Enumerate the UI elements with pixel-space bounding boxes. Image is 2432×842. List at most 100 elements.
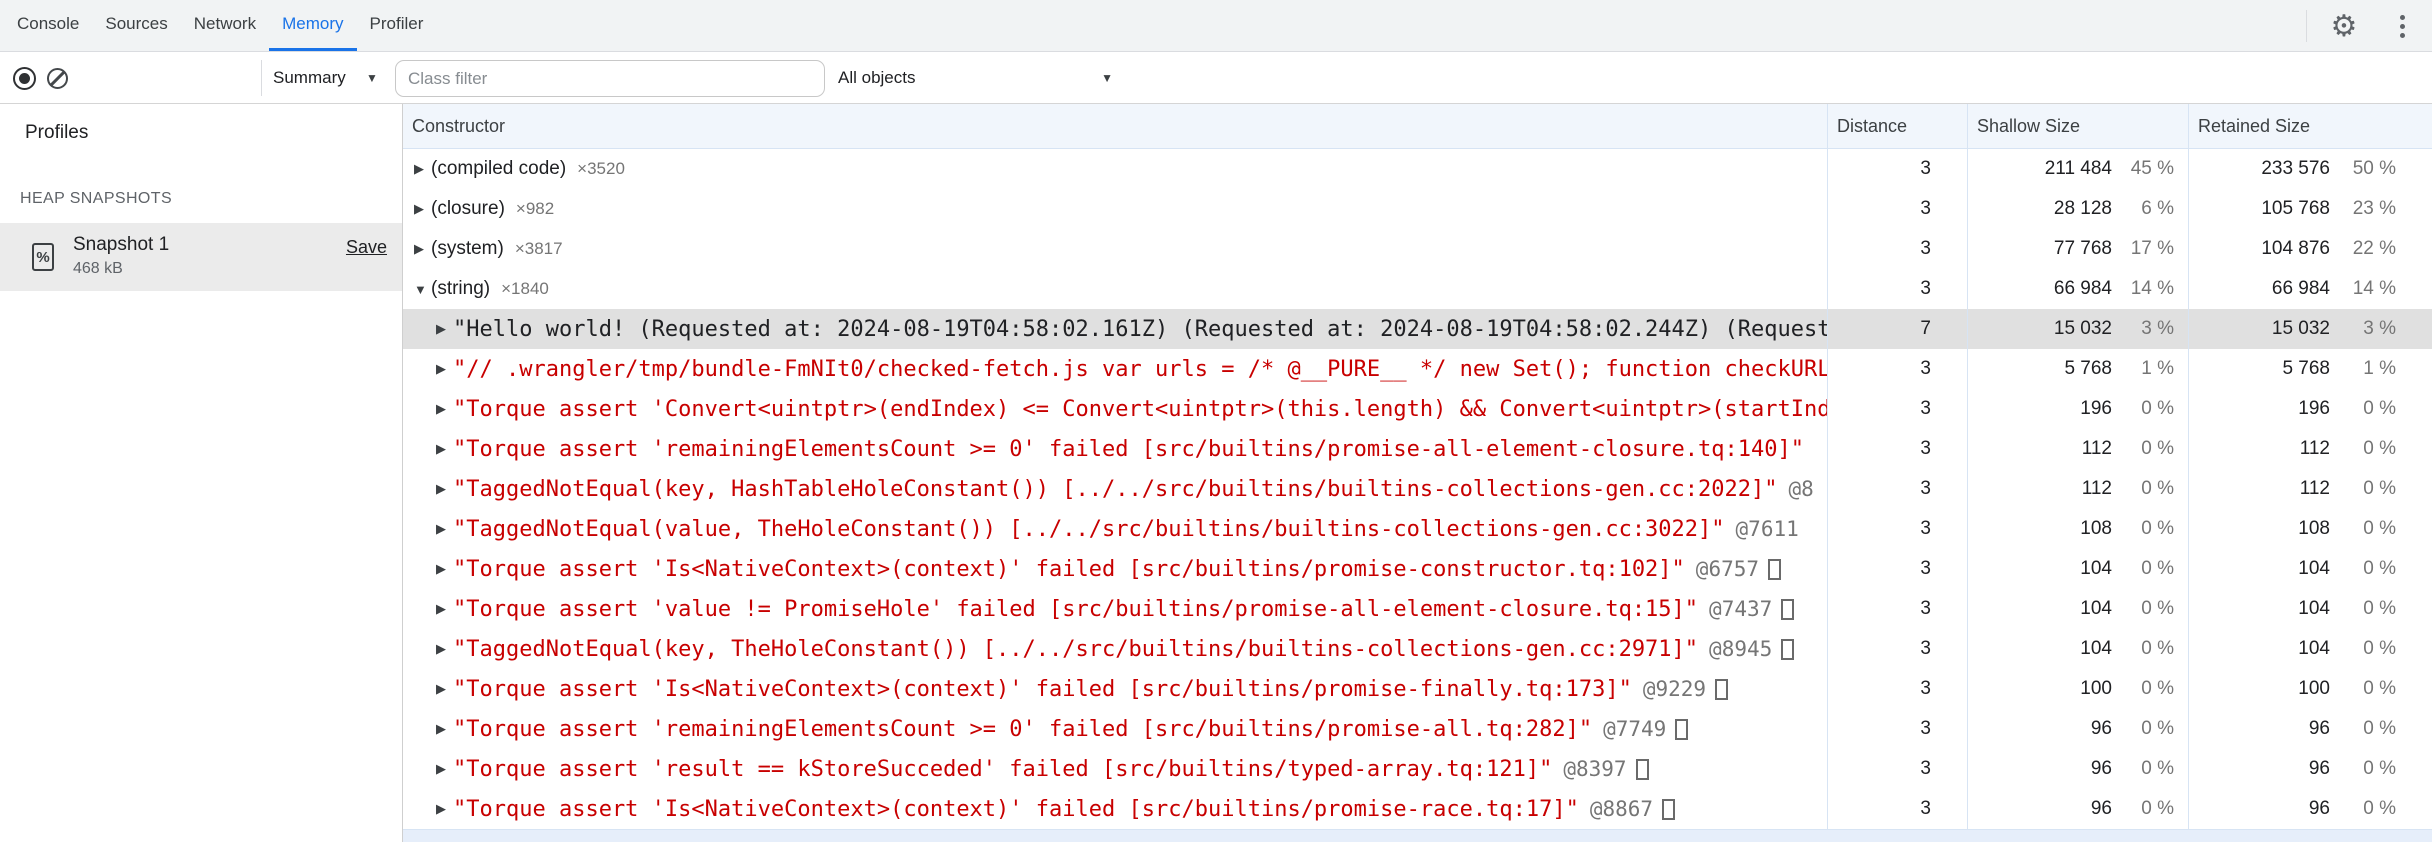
constructor-cell: ▶ "TaggedNotEqual(key, TheHoleConstant()… [403,629,1827,669]
sidebar-title: Profiles [25,122,89,143]
expand-arrow-icon[interactable]: ▶ [414,201,431,217]
retained-size-percent: 0 % [2363,558,2396,579]
expand-arrow-icon[interactable]: ▶ [436,681,453,697]
column-header-constructor[interactable]: Constructor [403,104,1827,148]
perspective-select[interactable]: Summary ▼ [273,52,403,104]
record-heap-snapshot-button[interactable] [13,67,36,90]
settings-gear-icon[interactable]: ⚙ [2324,0,2364,52]
expand-arrow-icon[interactable]: ▶ [436,561,453,577]
table-row[interactable]: ▶ "Torque assert 'value != PromiseHole' … [403,589,2432,629]
retained-size-percent: 22 % [2352,238,2396,259]
tab-profiler[interactable]: Profiler [357,0,437,51]
shallow-size-value: 211 484 [2044,158,2112,179]
table-row[interactable]: ▶ (compiled code) ×3520 3 211 484 45 % 2… [403,149,2432,189]
constructor-label: (compiled code) [431,158,567,179]
retained-size-percent: 0 % [2363,718,2396,739]
save-snapshot-link[interactable]: Save [346,237,387,258]
expand-arrow-icon[interactable]: ▶ [436,401,453,417]
table-row[interactable]: ▶ "Torque assert 'Convert<uintptr>(endIn… [403,389,2432,429]
more-options-icon[interactable] [2388,0,2416,52]
shallow-size-value: 108 [2080,518,2112,539]
table-row[interactable]: ▶ "Torque assert 'remainingElementsCount… [403,709,2432,749]
expand-arrow-icon[interactable]: ▶ [436,361,453,377]
shallow-size-percent: 0 % [2141,598,2174,619]
object-id: @7611 [1735,517,1799,541]
constructor-cell: ▶ "Torque assert 'remainingElementsCount… [403,429,1827,469]
retained-size-percent: 23 % [2352,198,2396,219]
chevron-down-icon: ▼ [1101,71,1113,85]
table-row[interactable]: ▶ "Torque assert 'Is<NativeContext>(cont… [403,549,2432,589]
shallow-size-value: 77 768 [2053,238,2112,259]
constructor-label: "Torque assert 'Is<NativeContext>(contex… [453,676,1632,702]
expand-arrow-icon[interactable]: ▶ [436,801,453,817]
class-filter-input[interactable] [395,60,825,97]
instance-count: ×3520 [577,159,625,178]
column-header-distance[interactable]: Distance [1827,104,1967,148]
table-row[interactable]: ▶ "// .wrangler/tmp/bundle-FmNIt0/checke… [403,349,2432,389]
shallow-size-cell: 112 0 % [1967,429,2188,469]
column-header-shallow-size[interactable]: Shallow Size [1967,104,2188,148]
shallow-size-percent: 0 % [2141,438,2174,459]
table-row[interactable]: ▶ "Hello world! (Requested at: 2024-08-1… [403,309,2432,349]
expand-arrow-icon[interactable]: ▶ [436,441,453,457]
table-row[interactable]: ▶ "Torque assert 'Is<NativeContext>(cont… [403,789,2432,829]
snapshot-size: 468 kB [73,260,123,277]
retained-size-cell: 104 876 22 % [2188,229,2432,269]
distance-cell: 3 [1827,189,1967,229]
retained-size-percent: 1 % [2363,358,2396,379]
table-row[interactable]: ▶ (closure) ×982 3 28 128 6 % 105 768 23… [403,189,2432,229]
tab-network[interactable]: Network [181,0,269,51]
retained-size-percent: 0 % [2363,638,2396,659]
distance-value: 3 [1920,798,1931,819]
expand-arrow-icon[interactable]: ▶ [436,321,453,337]
constructor-label: "Torque assert 'result == kStoreSucceded… [453,756,1553,782]
expand-arrow-icon[interactable]: ▶ [414,241,431,257]
table-row[interactable]: ▼ (string) ×1840 3 66 984 14 % 66 984 14… [403,269,2432,309]
distance-cell: 3 [1827,669,1967,709]
expand-arrow-icon[interactable]: ▼ [414,282,431,297]
object-id: @6757 [1695,557,1760,581]
toolbar-divider [261,60,262,96]
retained-size-percent: 0 % [2363,518,2396,539]
missing-glyph-box [1635,758,1649,780]
distance-cell: 3 [1827,349,1967,389]
shallow-size-cell: 66 984 14 % [1967,269,2188,309]
retained-size-percent: 0 % [2363,798,2396,819]
distance-value: 3 [1920,278,1931,299]
retained-size-value: 96 [2308,798,2330,819]
constructor-label: "Hello world! (Requested at: 2024-08-19T… [453,316,1827,342]
shallow-size-cell: 108 0 % [1967,509,2188,549]
tab-memory[interactable]: Memory [269,0,357,51]
expand-arrow-icon[interactable]: ▶ [436,641,453,657]
shallow-size-value: 104 [2080,598,2112,619]
constructor-label: "Torque assert 'Convert<uintptr>(endInde… [453,396,1827,422]
retained-size-value: 104 876 [2261,238,2330,259]
distance-value: 3 [1920,558,1931,579]
expand-arrow-icon[interactable]: ▶ [436,521,453,537]
table-row[interactable]: ▶ "TaggedNotEqual(key, TheHoleConstant()… [403,629,2432,669]
constructor-cell: ▶ "Torque assert 'Convert<uintptr>(endIn… [403,389,1827,429]
snapshot-item[interactable]: % Snapshot 1 468 kB Save [0,223,402,291]
table-row[interactable]: ▶ (system) ×3817 3 77 768 17 % 104 876 2… [403,229,2432,269]
tab-sources[interactable]: Sources [92,0,180,51]
tab-console[interactable]: Console [4,0,92,51]
retained-size-value: 196 [2298,398,2330,419]
column-header-retained-size[interactable]: Retained Size [2188,104,2432,148]
expand-arrow-icon[interactable]: ▶ [436,761,453,777]
distance-cell: 3 [1827,749,1967,789]
table-row[interactable]: ▶ "Torque assert 'result == kStoreSucced… [403,749,2432,789]
retained-size-percent: 0 % [2363,398,2396,419]
expand-arrow-icon[interactable]: ▶ [436,721,453,737]
object-id: @8945 [1709,637,1773,661]
expand-arrow-icon[interactable]: ▶ [436,601,453,617]
table-row[interactable]: ▶ "TaggedNotEqual(value, TheHoleConstant… [403,509,2432,549]
table-row[interactable]: ▶ "Torque assert 'Is<NativeContext>(cont… [403,669,2432,709]
retained-size-percent: 0 % [2363,478,2396,499]
table-row[interactable]: ▶ "Torque assert 'remainingElementsCount… [403,429,2432,469]
table-row[interactable]: ▶ "TaggedNotEqual(key, HashTableHoleCons… [403,469,2432,509]
objects-scope-select[interactable]: All objects ▼ [838,52,1113,104]
expand-arrow-icon[interactable]: ▶ [436,481,453,497]
clear-profiles-button[interactable] [47,68,68,89]
expand-arrow-icon[interactable]: ▶ [414,161,431,177]
heap-snapshots-section-label: HEAP SNAPSHOTS [20,190,173,207]
